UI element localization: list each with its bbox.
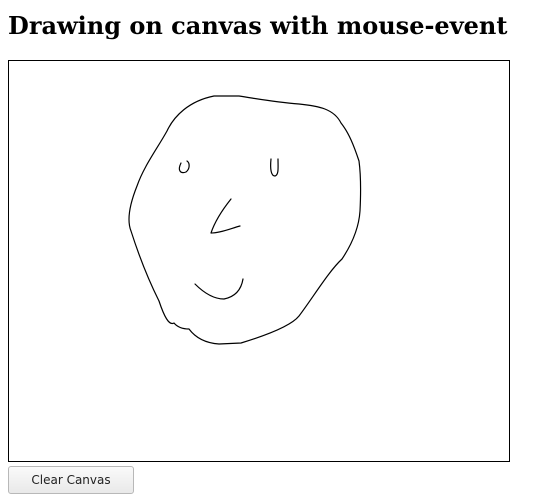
drawing-surface[interactable] <box>9 61 509 461</box>
page-title: Drawing on canvas with mouse-event <box>8 11 508 40</box>
face-outline-stroke <box>128 95 362 345</box>
right-eye-stroke <box>270 158 279 177</box>
drawing-canvas[interactable] <box>8 60 510 462</box>
mouth-stroke <box>194 278 244 300</box>
nose-stroke <box>210 198 241 234</box>
left-eye-stroke <box>178 160 190 174</box>
clear-canvas-button[interactable]: Clear Canvas <box>8 466 134 494</box>
